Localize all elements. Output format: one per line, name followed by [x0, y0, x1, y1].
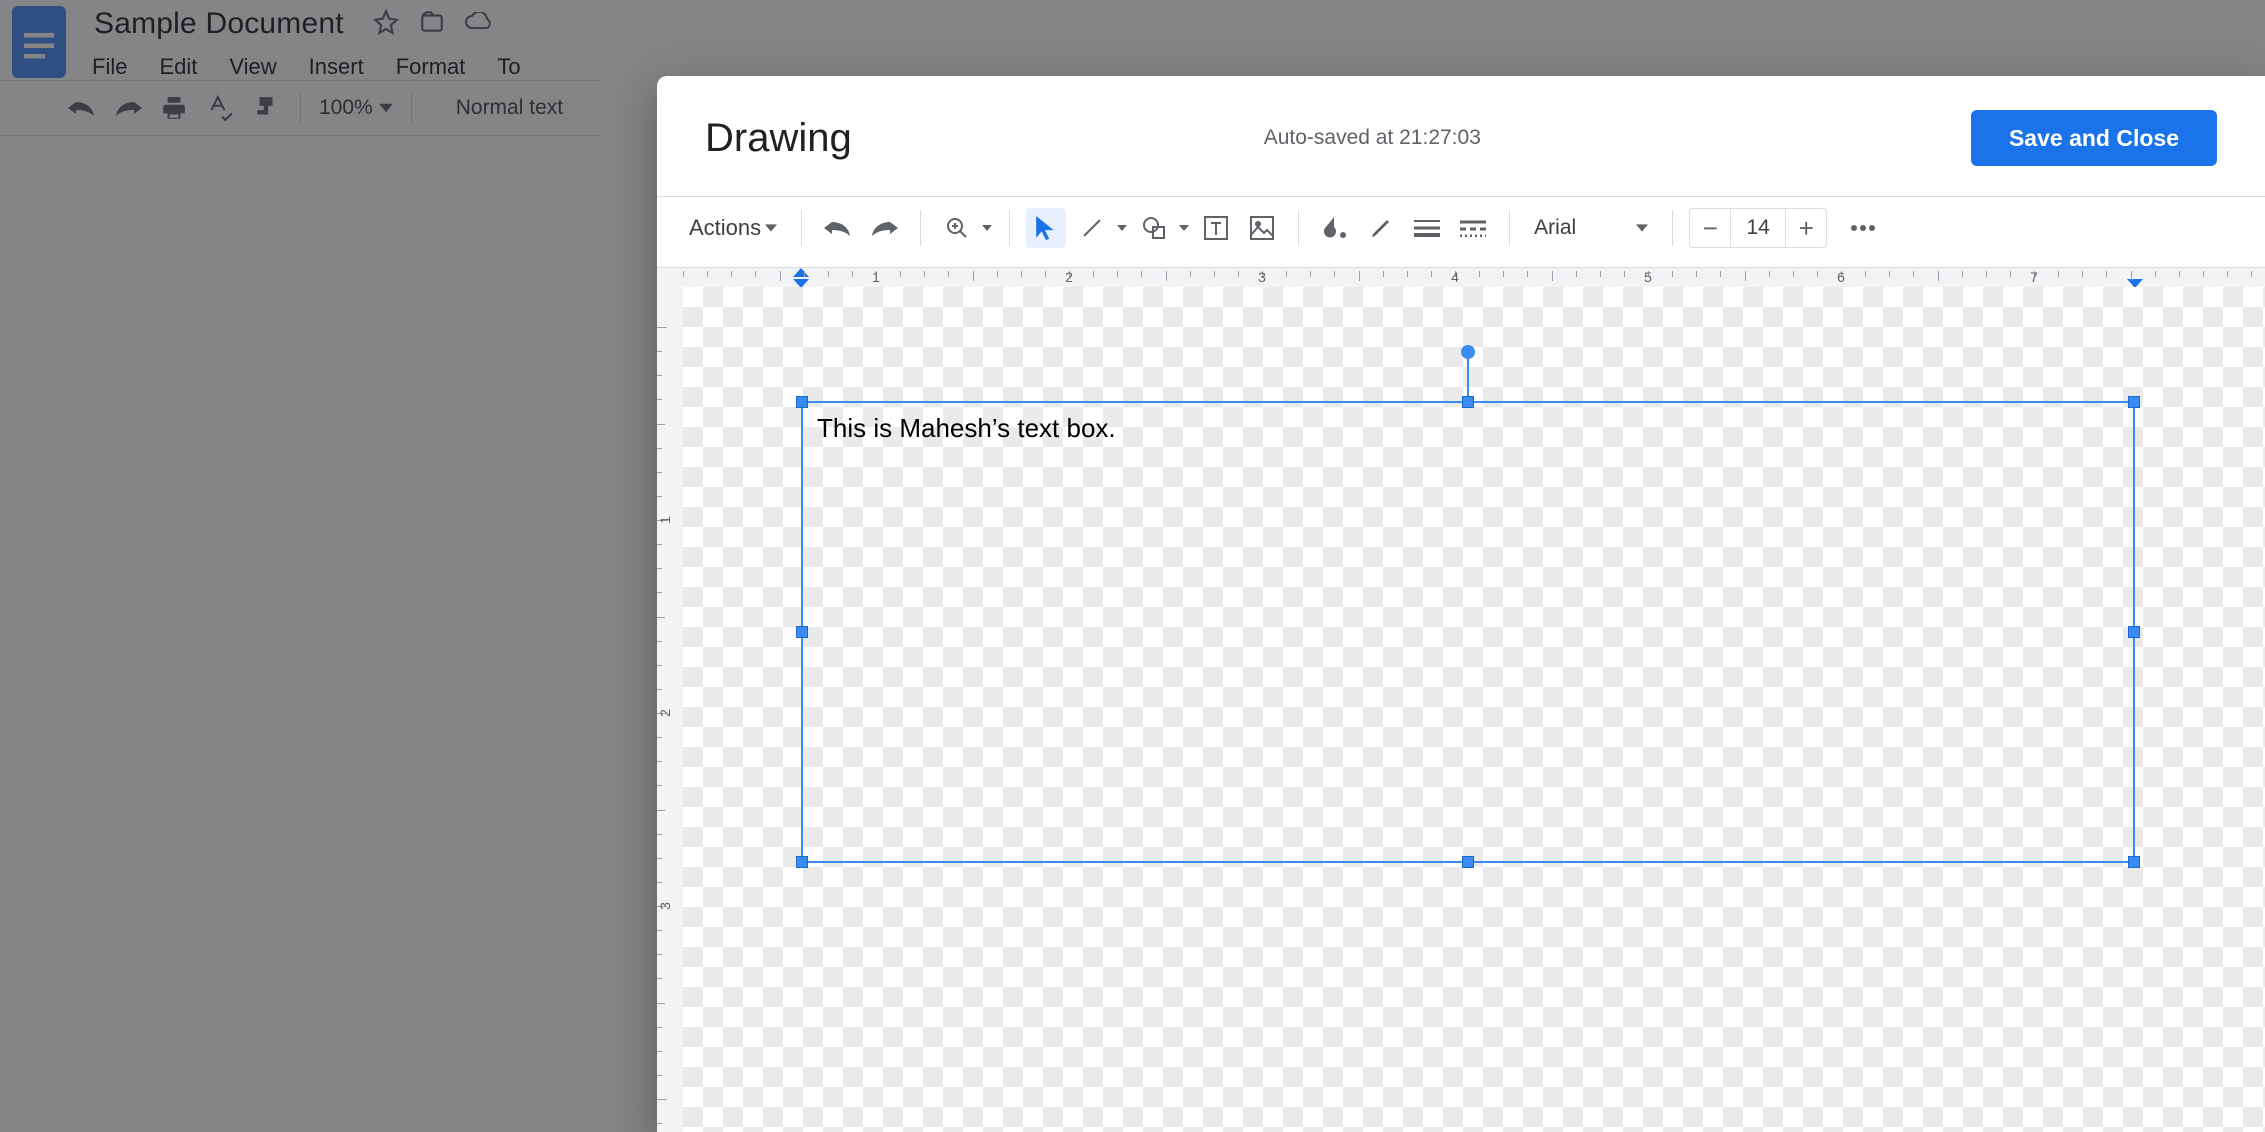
- resize-handle-tm[interactable]: [1462, 396, 1474, 408]
- shape-tool[interactable]: [1134, 208, 1190, 248]
- divider: [1672, 210, 1673, 246]
- chevron-down-icon: [1116, 225, 1128, 231]
- font-size-stepper: − 14 +: [1689, 208, 1827, 248]
- horizontal-ruler[interactable]: 1234567: [657, 267, 2265, 287]
- select-tool[interactable]: [1026, 208, 1066, 248]
- divider: [1009, 210, 1010, 246]
- redo-icon[interactable]: [864, 208, 904, 248]
- resize-handle-tr[interactable]: [2128, 396, 2140, 408]
- resize-handle-tl[interactable]: [796, 396, 808, 408]
- drawing-canvas[interactable]: This is Mahesh’s text box.: [683, 287, 2265, 1132]
- line-tool[interactable]: [1072, 208, 1128, 248]
- fill-color-icon[interactable]: [1315, 208, 1355, 248]
- chevron-down-icon: [1636, 222, 1648, 234]
- dialog-title: Drawing: [705, 116, 852, 161]
- resize-handle-br[interactable]: [2128, 856, 2140, 868]
- font-size-increase[interactable]: +: [1786, 208, 1826, 248]
- font-size-decrease[interactable]: −: [1690, 208, 1730, 248]
- image-tool[interactable]: [1242, 208, 1282, 248]
- drawing-toolbar: Actions: [657, 197, 2265, 259]
- more-options-icon[interactable]: [1843, 208, 1883, 248]
- chevron-down-icon: [1178, 225, 1190, 231]
- font-family-select[interactable]: Arial: [1526, 216, 1656, 240]
- zoom-icon: [937, 208, 977, 248]
- autosave-status: Auto-saved at 21:27:03: [1264, 126, 1481, 150]
- drawing-dialog: Drawing Auto-saved at 21:27:03 Save and …: [657, 76, 2265, 1132]
- textbox-tool[interactable]: [1196, 208, 1236, 248]
- rotation-handle[interactable]: [1461, 345, 1475, 359]
- selected-textbox[interactable]: This is Mahesh’s text box.: [801, 401, 2135, 863]
- undo-icon[interactable]: [818, 208, 858, 248]
- line-icon: [1072, 208, 1112, 248]
- border-dash-icon[interactable]: [1453, 208, 1493, 248]
- resize-handle-ml[interactable]: [796, 626, 808, 638]
- divider: [1298, 210, 1299, 246]
- chevron-down-icon: [981, 225, 993, 231]
- font-size-value[interactable]: 14: [1730, 209, 1786, 247]
- resize-handle-bm[interactable]: [1462, 856, 1474, 868]
- divider: [801, 210, 802, 246]
- save-and-close-button[interactable]: Save and Close: [1971, 110, 2217, 166]
- border-color-icon[interactable]: [1361, 208, 1401, 248]
- actions-menu[interactable]: Actions: [681, 209, 785, 247]
- dialog-header: Drawing Auto-saved at 21:27:03 Save and …: [657, 76, 2265, 196]
- font-name: Arial: [1534, 216, 1576, 240]
- vertical-ruler[interactable]: 123: [657, 287, 683, 1132]
- divider: [920, 210, 921, 246]
- resize-handle-bl[interactable]: [796, 856, 808, 868]
- resize-handle-mr[interactable]: [2128, 626, 2140, 638]
- divider: [1509, 210, 1510, 246]
- shape-icon: [1134, 208, 1174, 248]
- border-weight-icon[interactable]: [1407, 208, 1447, 248]
- actions-label: Actions: [689, 215, 761, 241]
- textbox-content[interactable]: This is Mahesh’s text box.: [803, 403, 2133, 861]
- zoom-tool[interactable]: [937, 208, 993, 248]
